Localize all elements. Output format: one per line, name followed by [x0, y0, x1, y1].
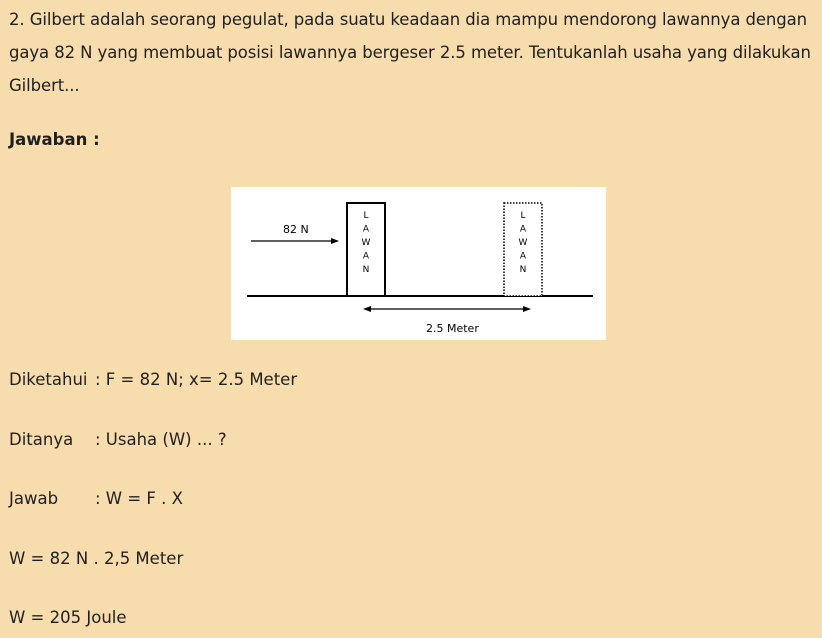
box-letter: N [520, 265, 527, 275]
question-text: 2. Gilbert adalah seorang pegulat, pada … [9, 10, 811, 95]
asked-value: : Usaha (W) ... ? [95, 430, 227, 449]
asked-line: Ditanya : Usaha (W) ... ? [9, 430, 227, 449]
force-label: 82 N [283, 223, 309, 236]
box-letter: A [520, 252, 527, 262]
box-letter: L [363, 211, 368, 221]
box-letter: A [520, 225, 527, 235]
distance-arrowhead-left [363, 306, 371, 312]
answer-value: : W = F . X [95, 489, 183, 508]
step1-line: W = 82 N . 2,5 Meter [9, 549, 184, 568]
diagram-svg: 82 N LAWAN LAWAN 2.5 Meter [247, 202, 593, 335]
box-letter: W [362, 238, 371, 248]
distance-label: 2.5 Meter [426, 322, 479, 335]
answer-label: Jawab [9, 489, 59, 508]
asked-label: Ditanya [9, 430, 74, 449]
known-label: Diketahui [9, 370, 88, 389]
box-letter: N [363, 265, 370, 275]
answer-line: Jawab : W = F . X [9, 489, 183, 508]
box-letter: A [363, 252, 370, 262]
step2-line: W = 205 Joule [9, 608, 127, 627]
known-value: : F = 82 N; x= 2.5 Meter [95, 370, 298, 389]
known-line: Diketahui : F = 82 N; x= 2.5 Meter [9, 370, 297, 389]
diagram-figure: 82 N LAWAN LAWAN 2.5 Meter [231, 187, 606, 340]
distance-arrowhead-right [523, 306, 531, 312]
box-letter: L [520, 211, 525, 221]
box-letter: W [519, 238, 528, 248]
box-letter: A [363, 225, 370, 235]
force-arrowhead [331, 238, 339, 244]
answer-heading: Jawaban : [9, 130, 100, 149]
